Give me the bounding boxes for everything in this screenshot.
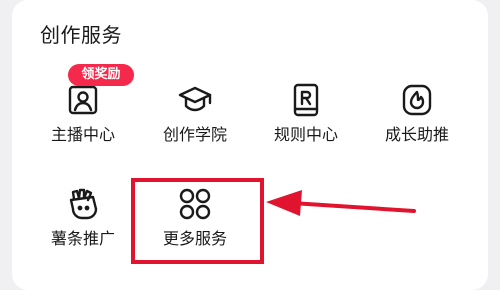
fries-promo-icon <box>65 186 101 222</box>
creator-academy-item[interactable]: 创作学院 <box>140 82 250 172</box>
rules-center-item[interactable]: 规则中心 <box>251 82 361 172</box>
section-title: 创作服务 <box>40 23 122 47</box>
rules-center-label: 规则中心 <box>273 125 338 144</box>
graduation-cap-icon <box>177 82 213 118</box>
reward-badge[interactable]: 领奖励 <box>68 64 134 86</box>
highlight-box <box>131 178 264 264</box>
anchor-center-label: 主播中心 <box>50 125 115 144</box>
flame-icon <box>399 82 435 118</box>
anchor-profile-icon <box>65 82 101 118</box>
growth-boost-item[interactable]: 成长助推 <box>362 82 472 172</box>
rule-book-icon <box>288 82 324 118</box>
creator-academy-label: 创作学院 <box>162 125 227 144</box>
fries-promo-item[interactable]: 薯条推广 <box>28 186 138 276</box>
fries-promo-label: 薯条推广 <box>50 229 115 248</box>
growth-boost-label: 成长助推 <box>384 125 449 144</box>
pointer-arrow-icon <box>266 190 416 216</box>
anchor-center-item[interactable]: 主播中心 <box>28 82 138 172</box>
